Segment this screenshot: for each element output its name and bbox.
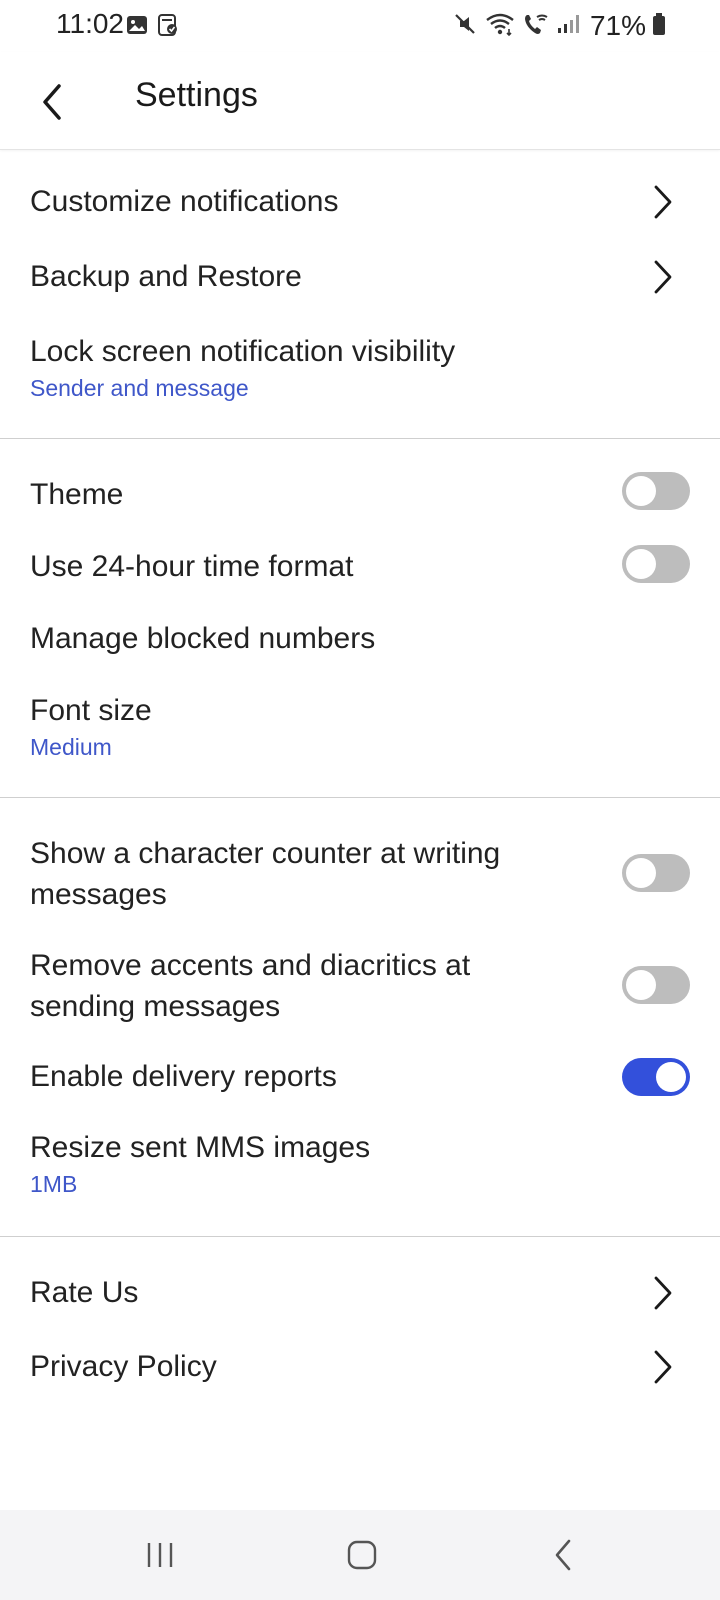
rate-us-row[interactable]: Rate Us xyxy=(0,1258,720,1330)
status-time: 11:02 xyxy=(56,8,124,39)
delivery-reports-row[interactable]: Enable delivery reports xyxy=(0,1042,720,1114)
lock-screen-visibility-row[interactable]: Lock screen notification visibility Send… xyxy=(0,318,720,418)
resize-mms-label: Resize sent MMS images xyxy=(30,1131,371,1164)
manage-blocked-row[interactable]: Manage blocked numbers xyxy=(0,604,720,676)
wifi-icon xyxy=(484,11,516,42)
toggle-knob xyxy=(626,970,656,1000)
chevron-right-icon xyxy=(646,1273,680,1313)
remove-accents-toggle[interactable] xyxy=(622,966,690,1004)
home-button[interactable] xyxy=(332,1530,392,1580)
mute-icon xyxy=(452,11,478,42)
status-bar: 11:02 71% xyxy=(0,0,720,52)
chevron-right-icon xyxy=(646,1347,680,1387)
chevron-right-icon xyxy=(646,257,680,297)
section-divider xyxy=(0,1236,720,1237)
signal-icon xyxy=(556,11,580,42)
delivery-reports-toggle[interactable] xyxy=(622,1058,690,1096)
time-format-toggle[interactable] xyxy=(622,545,690,583)
lock-screen-visibility-value: Sender and message xyxy=(30,375,249,401)
section-divider xyxy=(0,438,720,439)
resize-mms-row[interactable]: Resize sent MMS images 1MB xyxy=(0,1114,720,1214)
font-size-row[interactable]: Font size Medium xyxy=(0,676,720,776)
app-bar: Settings xyxy=(0,52,720,150)
time-format-label: Use 24-hour time format xyxy=(30,550,354,583)
back-arrow-icon xyxy=(43,84,61,120)
wifi-call-icon xyxy=(522,11,550,42)
remove-accents-label-line2: sending messages xyxy=(30,990,281,1023)
system-nav-bar xyxy=(0,1510,720,1600)
font-size-label: Font size xyxy=(30,694,152,727)
home-icon xyxy=(347,1540,377,1570)
char-counter-toggle[interactable] xyxy=(622,854,690,892)
time-format-row[interactable]: Use 24-hour time format xyxy=(0,532,720,604)
toggle-knob xyxy=(626,476,656,506)
backup-restore-row[interactable]: Backup and Restore xyxy=(0,244,720,310)
theme-row[interactable]: Theme xyxy=(0,460,720,532)
back-button[interactable] xyxy=(24,74,80,130)
rate-us-label: Rate Us xyxy=(30,1276,139,1309)
remove-accents-label-line1: Remove accents and diacritics at xyxy=(30,949,471,982)
font-size-value: Medium xyxy=(30,734,112,760)
image-icon xyxy=(126,14,148,41)
section-divider xyxy=(0,797,720,798)
delivery-reports-label: Enable delivery reports xyxy=(30,1060,337,1093)
theme-label: Theme xyxy=(30,478,124,511)
char-counter-label-line1: Show a character counter at writing xyxy=(30,837,501,870)
char-counter-label-line2: messages xyxy=(30,878,167,911)
theme-toggle[interactable] xyxy=(622,472,690,510)
remove-accents-row[interactable]: Remove accents and diacritics at sending… xyxy=(0,940,720,1040)
recents-icon xyxy=(147,1543,173,1567)
toggle-knob xyxy=(656,1062,686,1092)
toggle-knob xyxy=(626,549,656,579)
manage-blocked-label: Manage blocked numbers xyxy=(30,622,376,655)
customize-notifications-label: Customize notifications xyxy=(30,185,339,218)
backup-restore-label: Backup and Restore xyxy=(30,260,302,293)
page-title: Settings xyxy=(135,76,258,114)
sim-card-check-icon xyxy=(157,14,179,41)
lock-screen-visibility-label: Lock screen notification visibility xyxy=(30,335,456,368)
privacy-policy-row[interactable]: Privacy Policy xyxy=(0,1332,720,1404)
recents-button[interactable] xyxy=(130,1530,190,1580)
nav-back-button[interactable] xyxy=(534,1530,594,1580)
resize-mms-value: 1MB xyxy=(30,1171,78,1197)
battery-percentage: 71% xyxy=(589,10,646,41)
privacy-policy-label: Privacy Policy xyxy=(30,1350,217,1383)
char-counter-row[interactable]: Show a character counter at writing mess… xyxy=(0,828,720,928)
chevron-right-icon xyxy=(646,182,680,222)
toggle-knob xyxy=(626,858,656,888)
battery-icon xyxy=(652,12,666,41)
back-icon xyxy=(555,1539,571,1571)
customize-notifications-row[interactable]: Customize notifications xyxy=(0,160,720,244)
